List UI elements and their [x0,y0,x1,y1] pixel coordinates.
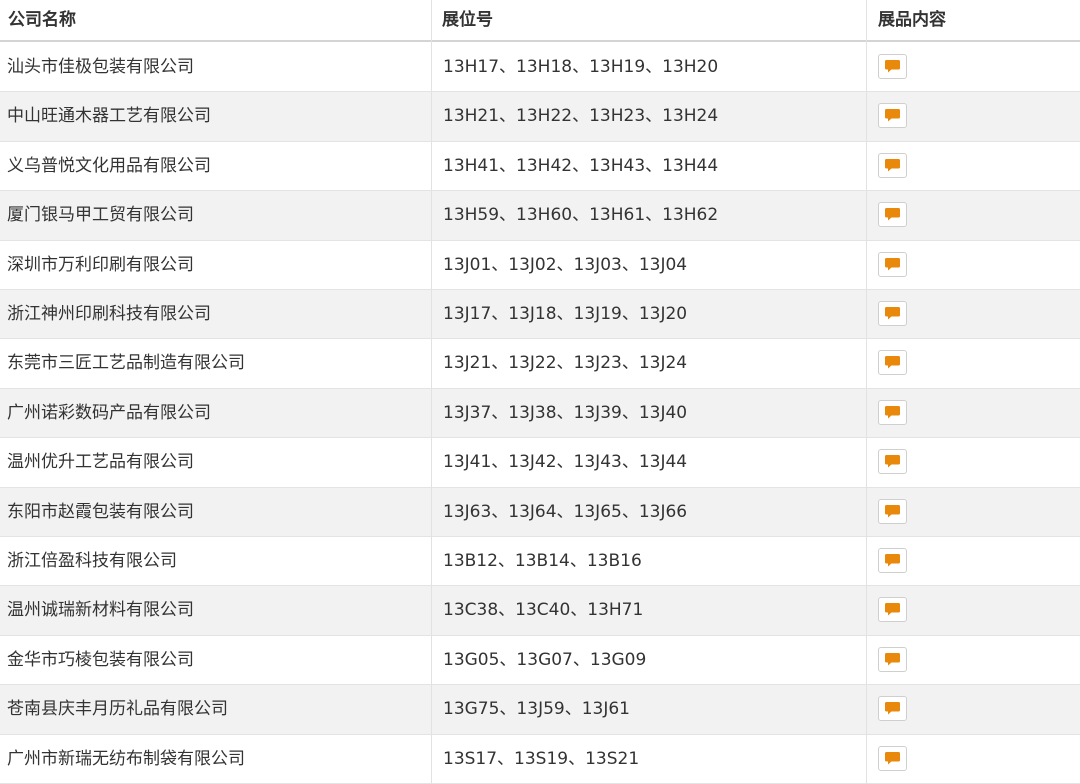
table-row: 东阳市赵霞包装有限公司 13J63、13J64、13J65、13J66 [0,487,1080,537]
exhibit-content-cell [867,636,1080,684]
table-row: 汕头市佳极包装有限公司 13H17、13H18、13H19、13H20 [0,43,1080,93]
booth-numbers: 13J37、13J38、13J39、13J40 [443,402,688,423]
table-row: 义乌普悦文化用品有限公司 13H41、13H42、13H43、13H44 [0,142,1080,192]
comment-icon [885,109,900,122]
comment-icon [885,208,900,221]
exhibit-content-cell [867,43,1080,91]
booth-numbers: 13J41、13J42、13J43、13J44 [443,452,688,473]
view-exhibits-button[interactable] [878,745,907,771]
exhibit-content-cell [867,339,1080,387]
exhibit-content-cell [867,92,1080,140]
company-name: 广州诺彩数码产品有限公司 [7,402,211,423]
table-row: 金华市巧棱包装有限公司 13G05、13G07、13G09 [0,636,1080,686]
company-name: 广州市新瑞无纺布制袋有限公司 [7,748,245,769]
booth-numbers: 13B12、13B14、13B16 [443,551,642,571]
company-name: 苍南县庆丰月历礼品有限公司 [7,699,228,720]
exhibitor-table: 公司名称 展位号 展品内容 汕头市佳极包装有限公司 13H17、13H18、13H… [0,0,1080,784]
view-exhibits-button[interactable] [878,103,907,129]
table-row: 温州诚瑞新材料有限公司 13C38、13C40、13H71 [0,586,1080,636]
view-exhibits-button[interactable] [878,696,907,722]
table-row: 广州诺彩数码产品有限公司 13J37、13J38、13J39、13J40 [0,388,1080,439]
table-row: 浙江倍盈科技有限公司 13B12、13B14、13B16 [0,537,1080,587]
exhibit-content-cell [867,735,1080,783]
view-exhibits-button[interactable] [878,202,907,228]
booth-numbers: 13H21、13H22、13H23、13H24 [443,106,719,127]
view-exhibits-button[interactable] [878,54,907,79]
column-header-booth[interactable]: 展位号 [432,0,867,40]
table-row: 中山旺通木器工艺有限公司 13H21、13H22、13H23、13H24 [0,92,1080,142]
company-name: 深圳市万利印刷有限公司 [7,254,194,275]
booth-numbers: 13G05、13G07、13G09 [443,649,647,670]
company-name: 东莞市三匠工艺品制造有限公司 [7,353,245,374]
table-row: 东莞市三匠工艺品制造有限公司 13J21、13J22、13J23、13J24 [0,339,1080,389]
booth-numbers: 13G75、13J59、13J61 [443,699,630,720]
company-name: 厦门银马甲工贸有限公司 [7,205,194,226]
table-row: 厦门银马甲工贸有限公司 13H59、13H60、13H61、13H62 [0,191,1080,241]
company-name: 温州优升工艺品有限公司 [7,452,194,473]
column-header-company[interactable]: 公司名称 [0,0,432,40]
comment-icon [885,751,900,765]
exhibit-content-cell [867,241,1080,289]
company-name: 义乌普悦文化用品有限公司 [7,155,211,176]
view-exhibits-button[interactable] [878,498,907,524]
exhibit-content-cell [867,191,1080,239]
exhibit-content-cell [867,389,1080,437]
comment-icon [885,307,900,320]
comment-icon [885,405,900,419]
booth-numbers: 13H41、13H42、13H43、13H44 [443,155,719,176]
exhibit-content-cell [867,537,1080,585]
company-name: 中山旺通木器工艺有限公司 [7,106,211,127]
exhibit-content-cell [867,586,1080,634]
comment-icon [885,257,900,271]
booth-numbers: 13J63、13J64、13J65、13J66 [443,501,688,522]
comment-icon [885,702,900,715]
table-row: 浙江神州印刷科技有限公司 13J17、13J18、13J19、13J20 [0,290,1080,340]
view-exhibits-button[interactable] [878,548,907,573]
company-name: 浙江神州印刷科技有限公司 [7,304,211,324]
company-name: 金华市巧棱包装有限公司 [7,649,194,670]
company-name: 浙江倍盈科技有限公司 [7,551,177,571]
column-header-content[interactable]: 展品内容 [867,0,1080,40]
view-exhibits-button[interactable] [878,301,907,326]
company-name: 汕头市佳极包装有限公司 [7,57,194,77]
table-row: 苍南县庆丰月历礼品有限公司 13G75、13J59、13J61 [0,685,1080,735]
table-row: 深圳市万利印刷有限公司 13J01、13J02、13J03、13J04 [0,241,1080,290]
table-header: 公司名称 展位号 展品内容 [0,0,1080,42]
view-exhibits-button[interactable] [878,251,907,277]
comment-icon [885,603,900,616]
exhibit-content-cell [867,488,1080,536]
exhibit-content-cell [867,290,1080,338]
view-exhibits-button[interactable] [878,646,907,672]
booth-numbers: 13C38、13C40、13H71 [443,600,644,621]
exhibit-content-cell [867,685,1080,733]
table-row: 温州优升工艺品有限公司 13J41、13J42、13J43、13J44 [0,438,1080,488]
exhibit-content-cell [867,438,1080,486]
booth-numbers: 13J01、13J02、13J03、13J04 [443,254,688,275]
booth-numbers: 13J21、13J22、13J23、13J24 [443,353,688,374]
view-exhibits-button[interactable] [878,597,907,623]
comment-icon [885,554,900,567]
view-exhibits-button[interactable] [878,399,907,425]
booth-numbers: 13H59、13H60、13H61、13H62 [443,205,719,226]
view-exhibits-button[interactable] [878,449,907,475]
comment-icon [885,356,900,369]
booth-numbers: 13J17、13J18、13J19、13J20 [443,304,688,324]
view-exhibits-button[interactable] [878,350,907,376]
booth-numbers: 13H17、13H18、13H19、13H20 [443,57,719,77]
view-exhibits-button[interactable] [878,152,907,178]
comment-icon [885,652,900,666]
booth-numbers: 13S17、13S19、13S21 [443,748,640,769]
comment-icon [885,455,900,468]
comment-icon [885,60,900,73]
table-row: 广州市新瑞无纺布制袋有限公司 13S17、13S19、13S21 [0,735,1080,784]
column-divider [431,0,432,784]
column-divider [866,0,867,784]
exhibit-content-cell [867,142,1080,190]
company-name: 东阳市赵霞包装有限公司 [7,501,194,522]
comment-icon [885,158,900,172]
comment-icon [885,504,900,518]
company-name: 温州诚瑞新材料有限公司 [7,600,194,621]
